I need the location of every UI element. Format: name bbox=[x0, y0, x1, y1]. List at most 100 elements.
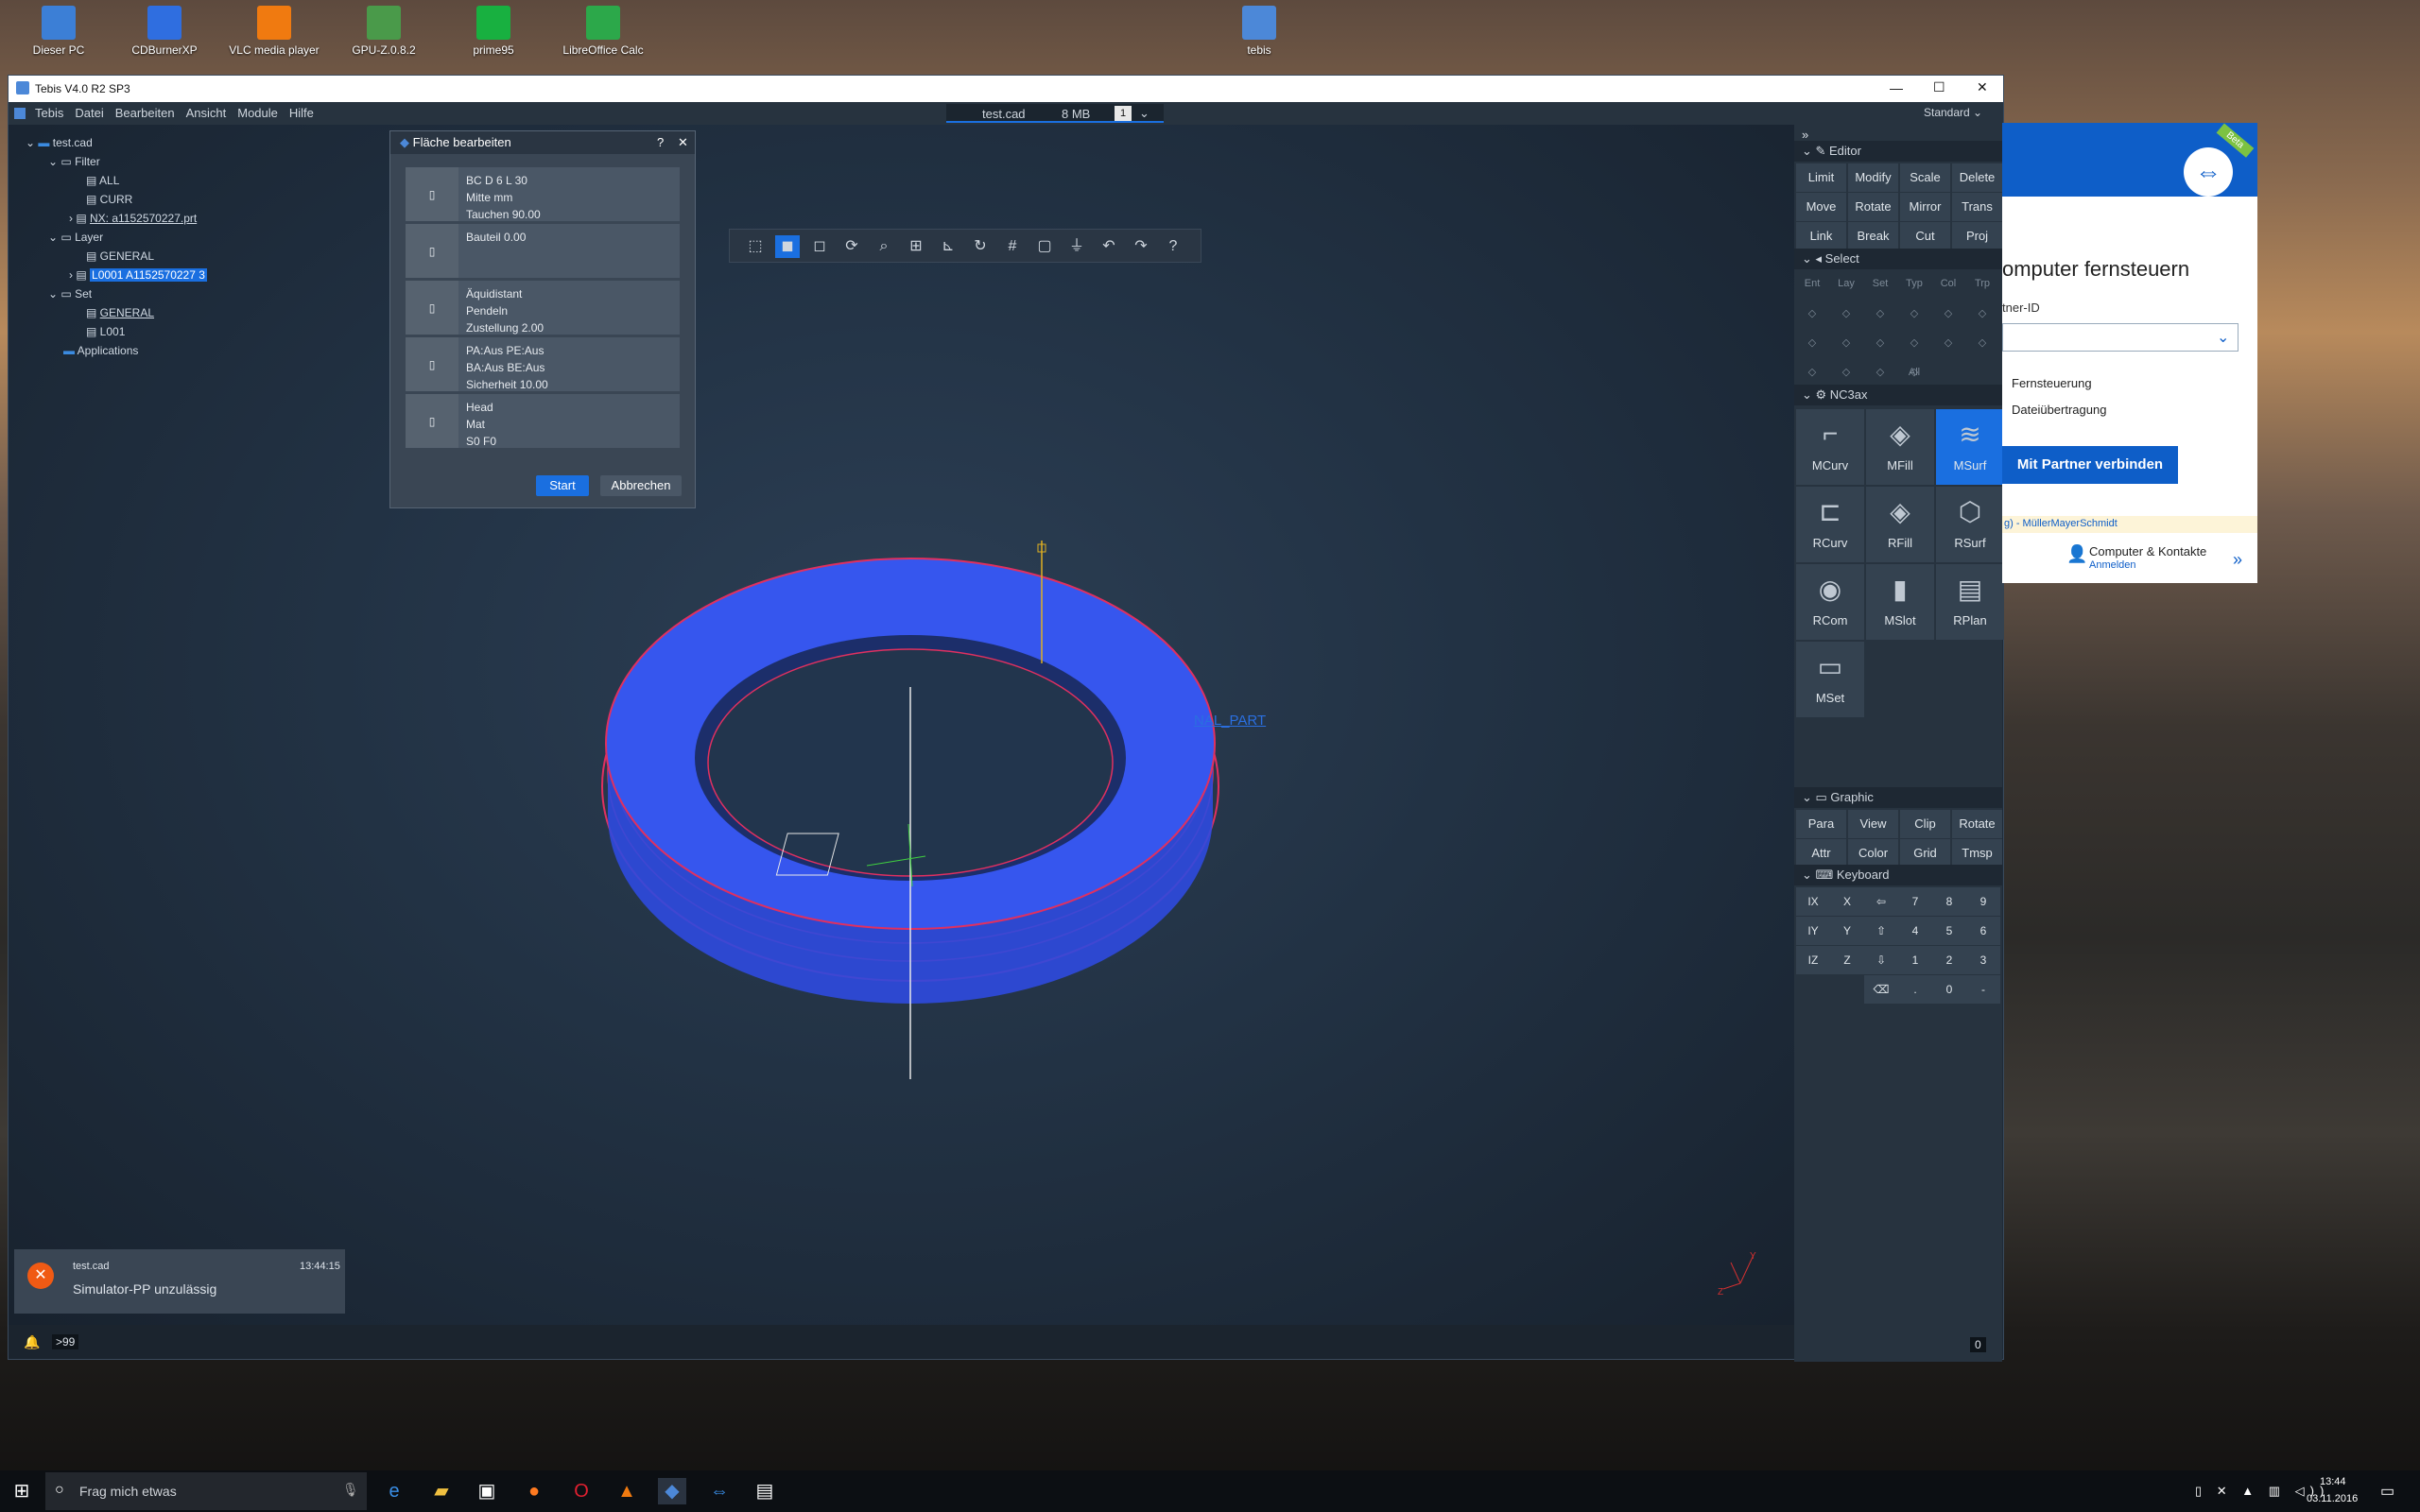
key-button[interactable]: ⌫ bbox=[1864, 975, 1898, 1004]
select-filter-icon[interactable]: ◇ bbox=[1796, 300, 1828, 328]
close-button[interactable]: ✕ bbox=[1977, 79, 1988, 95]
select-set-header[interactable]: Set bbox=[1864, 269, 1896, 298]
dialog-row[interactable]: ▯ Bauteil 0.00 bbox=[406, 224, 680, 279]
start-button[interactable]: Start bbox=[536, 475, 589, 496]
grid-icon[interactable]: # bbox=[1000, 235, 1025, 258]
error-notification[interactable]: ✕ test.cad 13:44:15 Simulator-PP unzuläs… bbox=[14, 1249, 345, 1314]
key-button[interactable]: 4 bbox=[1898, 917, 1932, 945]
nc3ax-section-header[interactable]: ⌄ ⚙ NC3ax bbox=[1794, 385, 2002, 405]
cancel-button[interactable]: Abbrechen bbox=[600, 475, 682, 496]
tree-layer-l0001[interactable]: › ▤ L0001 A1152570227 3 bbox=[69, 268, 207, 282]
tree-filter-curr[interactable]: ▤ CURR bbox=[86, 193, 132, 206]
editor-trans-button[interactable]: Trans bbox=[1952, 193, 2002, 221]
select-filter-icon[interactable]: ◇ bbox=[1898, 329, 1930, 357]
desktop-icon[interactable]: LibreOffice Calc bbox=[558, 6, 648, 57]
dialog-row[interactable]: ▯ BC D 6 L 30 Mitte mm Tauchen 90.00 bbox=[406, 167, 680, 222]
cube-icon[interactable]: ◻ bbox=[807, 235, 832, 258]
edge-icon[interactable]: e bbox=[380, 1478, 408, 1504]
key-button[interactable]: IY bbox=[1796, 917, 1830, 945]
select-trp-header[interactable]: Trp bbox=[1966, 269, 1998, 298]
select-col-header[interactable]: Col bbox=[1932, 269, 1964, 298]
nc-rplan-button[interactable]: ▤ RPlan bbox=[1936, 564, 2004, 640]
key-button[interactable]: . bbox=[1898, 975, 1932, 1004]
key-button[interactable]: 2 bbox=[1932, 946, 1966, 974]
editor-proj-button[interactable]: Proj bbox=[1952, 222, 2002, 250]
select-filter-icon[interactable]: ◇ bbox=[1898, 300, 1930, 328]
key-button[interactable]: 7 bbox=[1898, 887, 1932, 916]
graphic-clip-button[interactable]: Clip bbox=[1900, 810, 1950, 838]
tool-taskbar-icon[interactable]: ▤ bbox=[751, 1478, 779, 1504]
desktop-icon[interactable]: CDBurnerXP bbox=[119, 6, 210, 57]
key-button[interactable]: 1 bbox=[1898, 946, 1932, 974]
nc-rcurv-button[interactable]: ⊏ RCurv bbox=[1796, 487, 1864, 562]
tree-set[interactable]: ⌄ ▭ Set bbox=[48, 287, 92, 301]
shaded-view-icon[interactable]: ◼ bbox=[775, 235, 800, 258]
maximize-button[interactable]: ☐ bbox=[1933, 79, 1945, 95]
signin-link[interactable]: Anmelden bbox=[2089, 559, 2136, 571]
key-button[interactable]: 0 bbox=[1932, 975, 1966, 1004]
notification-count[interactable]: >99 bbox=[52, 1334, 79, 1349]
opera-icon[interactable]: O bbox=[567, 1478, 596, 1504]
refresh-icon[interactable]: ↻ bbox=[968, 235, 993, 258]
axis-icon[interactable]: ⊾ bbox=[936, 235, 960, 258]
tree-layer-general[interactable]: ▤ GENERAL bbox=[86, 249, 154, 263]
dialog-row[interactable]: ▯ Äquidistant Pendeln Zustellung 2.00 bbox=[406, 281, 680, 335]
frame-icon[interactable]: ▢ bbox=[1032, 235, 1057, 258]
desktop-icon[interactable]: Dieser PC bbox=[13, 6, 104, 57]
3d-viewport[interactable]: ⌄ ▬ test.cad ⌄ ▭ Filter ▤ ALL ▤ CURR › ▤… bbox=[9, 125, 1795, 1325]
select-ent-header[interactable]: Ent bbox=[1796, 269, 1828, 298]
key-button[interactable]: X bbox=[1830, 887, 1864, 916]
editor-link-button[interactable]: Link bbox=[1796, 222, 1846, 250]
menu-bearbeiten[interactable]: Bearbeiten bbox=[110, 102, 181, 124]
editor-scale-button[interactable]: Scale bbox=[1900, 163, 1950, 192]
dialog-close-button[interactable]: ✕ bbox=[678, 135, 688, 150]
file-tab[interactable]: test.cad 8 MB 1 ⌄ bbox=[946, 104, 1164, 123]
select-filter-icon[interactable]: ◇ bbox=[1830, 358, 1862, 387]
redo-icon[interactable]: ↷ bbox=[1129, 235, 1153, 258]
bell-icon[interactable]: 🔔 bbox=[24, 1334, 40, 1350]
tree-set-l001[interactable]: ▤ L001 bbox=[86, 325, 125, 338]
firefox-icon[interactable]: ● bbox=[520, 1478, 548, 1504]
desktop-icon[interactable]: tebis bbox=[1214, 6, 1305, 57]
key-button[interactable]: Y bbox=[1830, 917, 1864, 945]
tebis-taskbar-icon[interactable]: ◆ bbox=[658, 1478, 686, 1504]
help-icon[interactable]: ? bbox=[1161, 235, 1185, 258]
plane-icon[interactable]: ⏚ bbox=[1064, 235, 1089, 258]
chevron-right-icon[interactable]: » bbox=[2233, 550, 2242, 570]
contacts-label[interactable]: Computer & Kontakte bbox=[2089, 544, 2206, 558]
tree-set-general[interactable]: ▤ GENERAL bbox=[86, 306, 154, 319]
desktop-icon[interactable]: prime95 bbox=[448, 6, 539, 57]
select-filter-icon[interactable]: ◇ bbox=[1966, 300, 1998, 328]
desktop-icon[interactable]: GPU-Z.0.8.2 bbox=[338, 6, 429, 57]
nc-msurf-button[interactable]: ≋ MSurf bbox=[1936, 409, 2004, 485]
editor-modify-button[interactable]: Modify bbox=[1848, 163, 1898, 192]
select-typ-header[interactable]: Typ bbox=[1898, 269, 1930, 298]
menu-datei[interactable]: Datei bbox=[69, 102, 109, 124]
editor-move-button[interactable]: Move bbox=[1796, 193, 1846, 221]
app-menu-icon[interactable] bbox=[14, 108, 26, 119]
key-button[interactable]: 6 bbox=[1966, 917, 2000, 945]
select-filter-icon[interactable]: ◇ bbox=[1830, 329, 1862, 357]
part-label-link[interactable]: NAL_PART bbox=[1194, 713, 1266, 729]
box-view-icon[interactable]: ⬚ bbox=[743, 235, 768, 258]
dialog-row[interactable]: ▯ Head Mat S0 F0 bbox=[406, 394, 680, 449]
select-filter-icon[interactable]: ◇ bbox=[1796, 329, 1828, 357]
key-button[interactable]: ⇩ bbox=[1864, 946, 1898, 974]
search-box[interactable]: ○ Frag mich etwas 🎙 bbox=[45, 1472, 367, 1510]
editor-section-header[interactable]: ⌄ ✎ Editor bbox=[1794, 141, 2002, 162]
key-button[interactable]: - bbox=[1966, 975, 2000, 1004]
tree-filter-all[interactable]: ▤ ALL bbox=[86, 174, 119, 187]
key-button[interactable]: 3 bbox=[1966, 946, 2000, 974]
graphic-tmsp-button[interactable]: Tmsp bbox=[1952, 839, 2002, 868]
key-button[interactable]: ⇧ bbox=[1864, 917, 1898, 945]
graphic-grid-button[interactable]: Grid bbox=[1900, 839, 1950, 868]
menu-hilfe[interactable]: Hilfe bbox=[284, 102, 320, 124]
key-button[interactable]: IZ bbox=[1796, 946, 1830, 974]
key-button[interactable]: 8 bbox=[1932, 887, 1966, 916]
teamviewer-taskbar-icon[interactable]: ⇔ bbox=[705, 1478, 734, 1504]
tree-nx-file[interactable]: › ▤ NX: a1152570227.prt bbox=[69, 212, 197, 225]
vlc-icon[interactable]: ▲ bbox=[613, 1478, 641, 1504]
option-remote-control[interactable]: Fernsteuerung bbox=[2012, 376, 2092, 390]
menu-tebis[interactable]: Tebis bbox=[29, 102, 69, 124]
nc-mcurv-button[interactable]: ⌐ MCurv bbox=[1796, 409, 1864, 485]
